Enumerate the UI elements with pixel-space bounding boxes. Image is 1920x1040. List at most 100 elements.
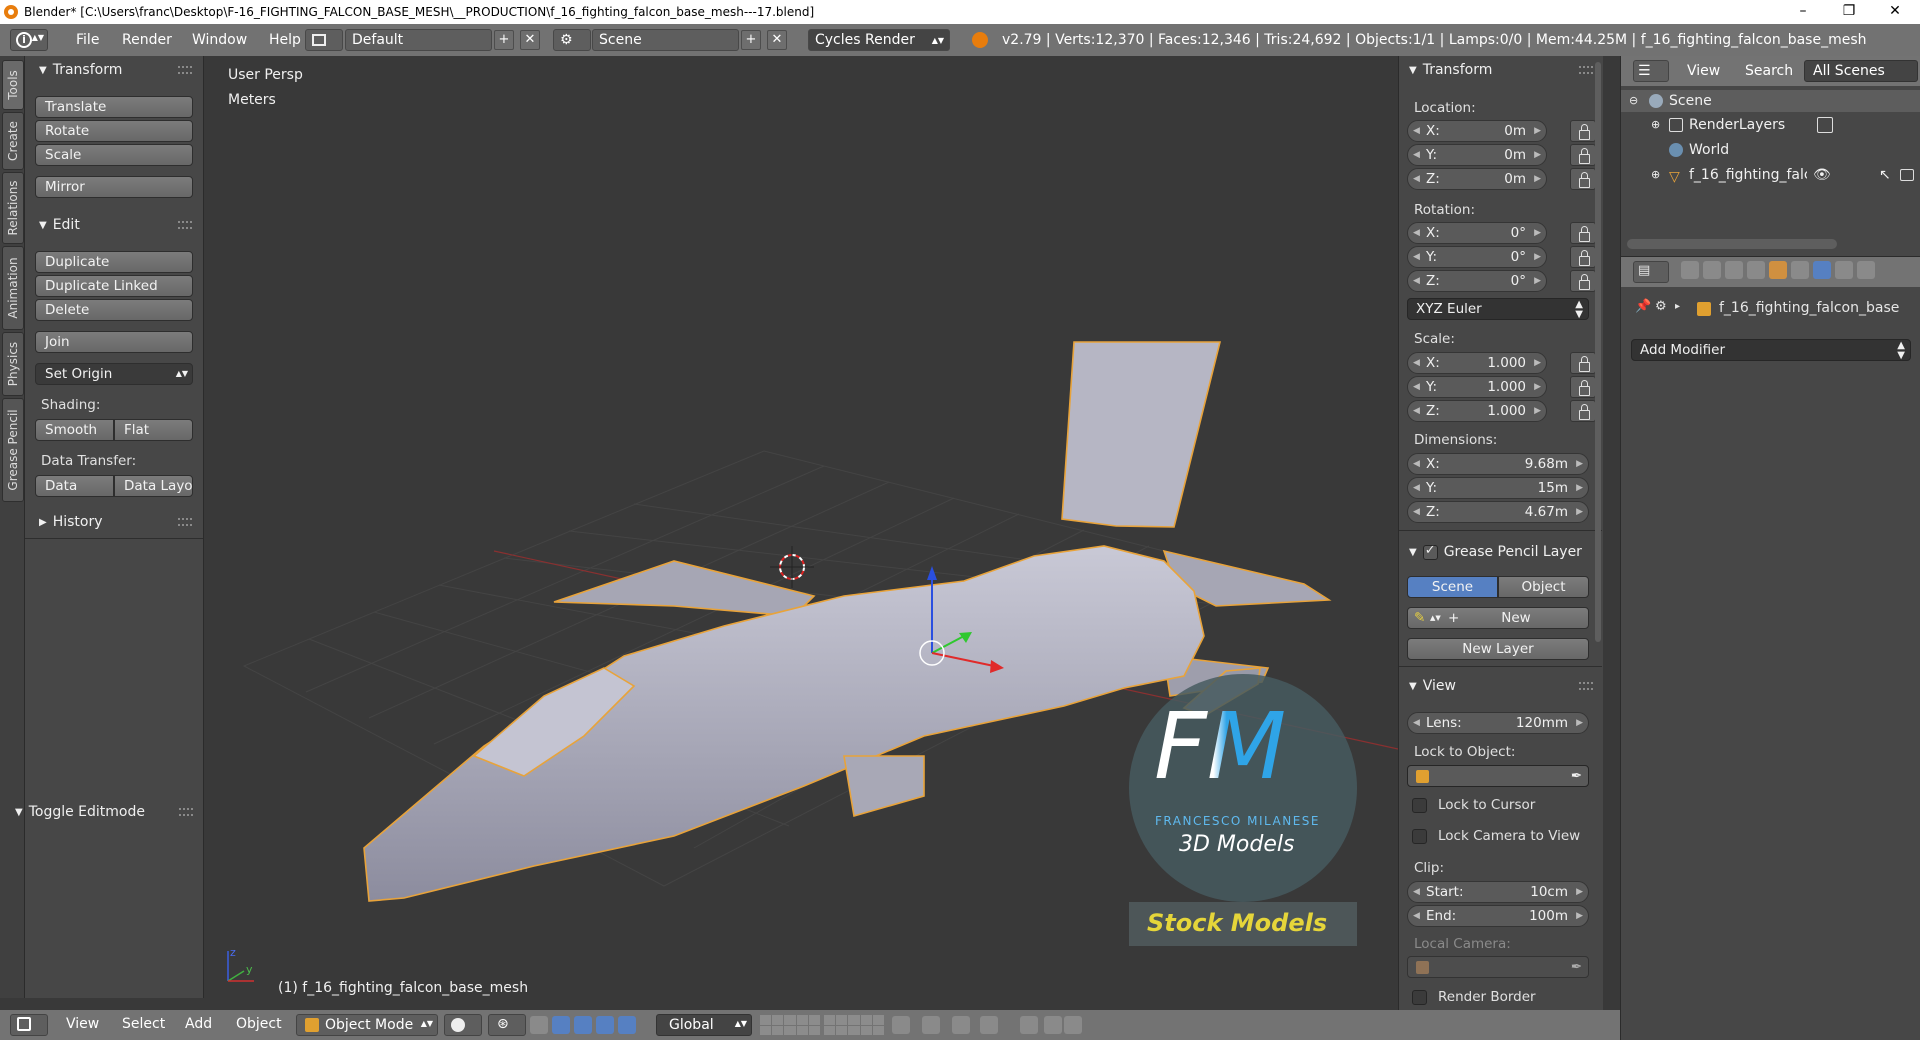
- delete-button[interactable]: Delete: [35, 299, 193, 321]
- pivot-select[interactable]: ⊛: [488, 1014, 526, 1036]
- tab-grease-pencil[interactable]: Grease Pencil: [2, 398, 24, 502]
- duplicate-linked-button[interactable]: Duplicate Linked: [35, 275, 193, 297]
- clip-start-field[interactable]: ◀ Start: 10cm ▶: [1407, 881, 1589, 903]
- flat-button[interactable]: Flat: [114, 419, 193, 441]
- scene-tab-icon[interactable]: [1725, 261, 1743, 279]
- properties-editor-type-button[interactable]: ▤: [1633, 261, 1669, 283]
- panel-header-view[interactable]: ▼ View: [1403, 674, 1599, 698]
- normal-manipulator-icon[interactable]: [618, 1016, 636, 1034]
- lock-rotation-z-icon[interactable]: [1570, 270, 1596, 292]
- menu-add[interactable]: Add: [185, 1016, 212, 1032]
- lock-scale-z-icon[interactable]: [1570, 400, 1596, 422]
- object-tab-icon[interactable]: [1769, 261, 1787, 279]
- opengl-render-icon[interactable]: [1020, 1016, 1038, 1034]
- panel-header-toggle-editmode[interactable]: ▼ Toggle Editmode: [9, 800, 199, 824]
- grip-icon[interactable]: [178, 518, 192, 526]
- scale-manipulator-icon[interactable]: [596, 1016, 614, 1034]
- grease-new-button[interactable]: ✎ ▲▼ + New: [1407, 607, 1589, 629]
- lock-rotation-y-icon[interactable]: [1570, 246, 1596, 268]
- dimension-z-field[interactable]: ◀ Z: 4.67m ▶: [1407, 501, 1589, 523]
- set-origin-select[interactable]: Set Origin ▲▼: [35, 363, 193, 385]
- lock-to-cursor-checkbox[interactable]: [1412, 798, 1427, 813]
- smooth-button[interactable]: Smooth: [35, 419, 114, 441]
- render-border-checkbox[interactable]: [1412, 990, 1427, 1005]
- add-layout-button[interactable]: +: [494, 30, 514, 50]
- tab-tools[interactable]: Tools: [2, 60, 24, 110]
- data-layout-button[interactable]: Data Layo: [114, 475, 193, 497]
- screen-layout-field[interactable]: Default: [345, 29, 492, 51]
- menu-render[interactable]: Render: [110, 32, 184, 48]
- viewport-editor-type-button[interactable]: [10, 1014, 48, 1036]
- add-modifier-select[interactable]: Add Modifier ▲ ▼: [1631, 339, 1911, 361]
- outliner-item-renderlayers[interactable]: ⊕ RenderLayers: [1621, 114, 1920, 136]
- outliner-filter-select[interactable]: All Scenes: [1804, 60, 1918, 82]
- join-button[interactable]: Join: [35, 331, 193, 353]
- expand-icon[interactable]: ⊕: [1651, 114, 1660, 136]
- lock-location-y-icon[interactable]: [1570, 144, 1596, 166]
- rotate-button[interactable]: Rotate: [35, 120, 193, 142]
- location-y-field[interactable]: ◀ Y: 0m ▶: [1407, 144, 1547, 166]
- screen-layout-icon-button[interactable]: [305, 29, 343, 51]
- cursor-select-icon[interactable]: ↖: [1879, 164, 1891, 186]
- add-scene-button[interactable]: +: [741, 30, 761, 50]
- grip-icon[interactable]: [1579, 682, 1593, 690]
- orientation-select[interactable]: Global ▲▼: [656, 1014, 752, 1036]
- grip-icon[interactable]: [1579, 66, 1593, 74]
- camera-render-icon[interactable]: [1900, 169, 1914, 181]
- minimize-button[interactable]: –: [1782, 0, 1824, 24]
- material-tab-icon[interactable]: [1857, 261, 1875, 279]
- maximize-button[interactable]: ❐: [1828, 0, 1870, 24]
- grip-icon[interactable]: [179, 808, 193, 816]
- data-button[interactable]: Data: [35, 475, 114, 497]
- mode-select[interactable]: Object Mode ▲▼: [296, 1014, 438, 1036]
- dimension-x-field[interactable]: ◀ X: 9.68m ▶: [1407, 453, 1589, 475]
- outliner-item-world[interactable]: World: [1621, 139, 1920, 161]
- editor-type-button[interactable]: i ▲▼: [10, 29, 48, 51]
- location-x-field[interactable]: ◀ X: 0m ▶: [1407, 120, 1547, 142]
- n-panel-scrollbar[interactable]: [1595, 62, 1601, 642]
- lock-object-field[interactable]: ✒: [1407, 765, 1589, 787]
- data-tab-icon[interactable]: [1835, 261, 1853, 279]
- shading-select[interactable]: [444, 1014, 482, 1036]
- rotation-y-field[interactable]: ◀ Y: 0° ▶: [1407, 246, 1547, 268]
- menu-window[interactable]: Window: [180, 32, 259, 48]
- duplicate-button[interactable]: Duplicate: [35, 251, 193, 273]
- tab-relations[interactable]: Relations: [2, 172, 24, 244]
- opengl-animation-icon[interactable]: [1044, 1016, 1062, 1034]
- close-window-button[interactable]: ✕: [1874, 0, 1916, 24]
- outliner-item-object[interactable]: ⊕ ▽ f_16_fighting_falcon_ba 👁 ↖: [1621, 164, 1920, 186]
- dimension-y-field[interactable]: ◀ Y: 15m ▶: [1407, 477, 1589, 499]
- remove-scene-button[interactable]: ✕: [767, 30, 787, 50]
- proportional-edit-icon[interactable]: [922, 1016, 940, 1034]
- lock-location-x-icon[interactable]: [1570, 120, 1596, 142]
- menu-file[interactable]: File: [64, 32, 111, 48]
- grease-pencil-layer-checkbox[interactable]: ✓: [1422, 543, 1438, 560]
- translate-button[interactable]: Translate: [35, 96, 193, 118]
- remove-layout-button[interactable]: ✕: [520, 30, 540, 50]
- panel-header-history[interactable]: ▶ History: [33, 510, 198, 534]
- lock-layers-icon[interactable]: [892, 1016, 910, 1034]
- new-layer-button[interactable]: New Layer: [1407, 638, 1589, 660]
- tab-animation[interactable]: Animation: [2, 246, 24, 330]
- scale-z-field[interactable]: ◀ Z: 1.000 ▶: [1407, 400, 1547, 422]
- clapper-icon[interactable]: [1064, 1016, 1082, 1034]
- mirror-button[interactable]: Mirror: [35, 176, 193, 198]
- modifiers-tab-icon[interactable]: [1813, 261, 1831, 279]
- rotation-x-field[interactable]: ◀ X: 0° ▶: [1407, 222, 1547, 244]
- layers-grid-2[interactable]: [824, 1015, 884, 1035]
- clip-end-field[interactable]: ◀ End: 100m ▶: [1407, 905, 1589, 927]
- render-layers-tab-icon[interactable]: [1703, 261, 1721, 279]
- grip-icon[interactable]: [178, 66, 192, 74]
- render-tab-icon[interactable]: [1681, 261, 1699, 279]
- lock-camera-checkbox[interactable]: [1412, 829, 1427, 844]
- menu-select[interactable]: Select: [122, 1016, 165, 1032]
- scale-x-field[interactable]: ◀ X: 1.000 ▶: [1407, 352, 1547, 374]
- tab-physics[interactable]: Physics: [2, 332, 24, 396]
- snap-element-icon[interactable]: [980, 1016, 998, 1034]
- constraints-tab-icon[interactable]: [1791, 261, 1809, 279]
- menu-view[interactable]: View: [66, 1016, 99, 1032]
- lock-rotation-x-icon[interactable]: [1570, 222, 1596, 244]
- collapse-icon[interactable]: ⊖: [1629, 90, 1638, 112]
- lens-field[interactable]: ◀ Lens: 120mm ▶: [1407, 712, 1589, 734]
- panel-header-n-transform[interactable]: ▼ Transform: [1403, 58, 1599, 82]
